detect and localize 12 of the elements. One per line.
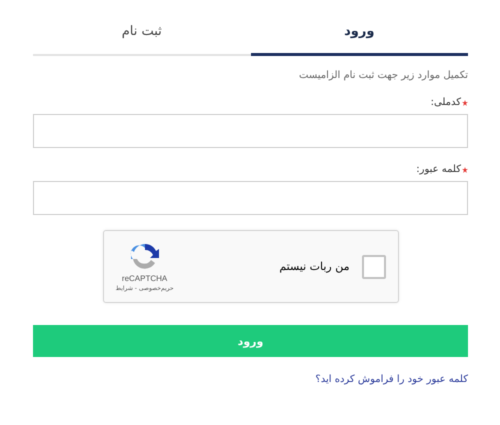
field-label: کلمه عبور: xyxy=(416,164,461,175)
checkbox[interactable] xyxy=(362,254,386,278)
input-field[interactable] xyxy=(33,114,468,148)
tab[interactable]: ثبت نام xyxy=(33,14,250,56)
checkbox-label: من ربات نیستم xyxy=(278,260,350,273)
field-label: کدملی: xyxy=(430,97,461,108)
instruction-text: تکمیل موارد زیر جهت ثبت نام الزامیست xyxy=(298,70,468,81)
input-field[interactable] xyxy=(33,181,468,215)
brand-text: reCAPTCHA xyxy=(122,274,168,283)
recaptcha-icon xyxy=(130,241,160,271)
tab[interactable]: ورود xyxy=(250,14,468,56)
forgot-password-link[interactable]: کلمه عبور خود را فراموش کرده اید؟ xyxy=(315,374,468,385)
